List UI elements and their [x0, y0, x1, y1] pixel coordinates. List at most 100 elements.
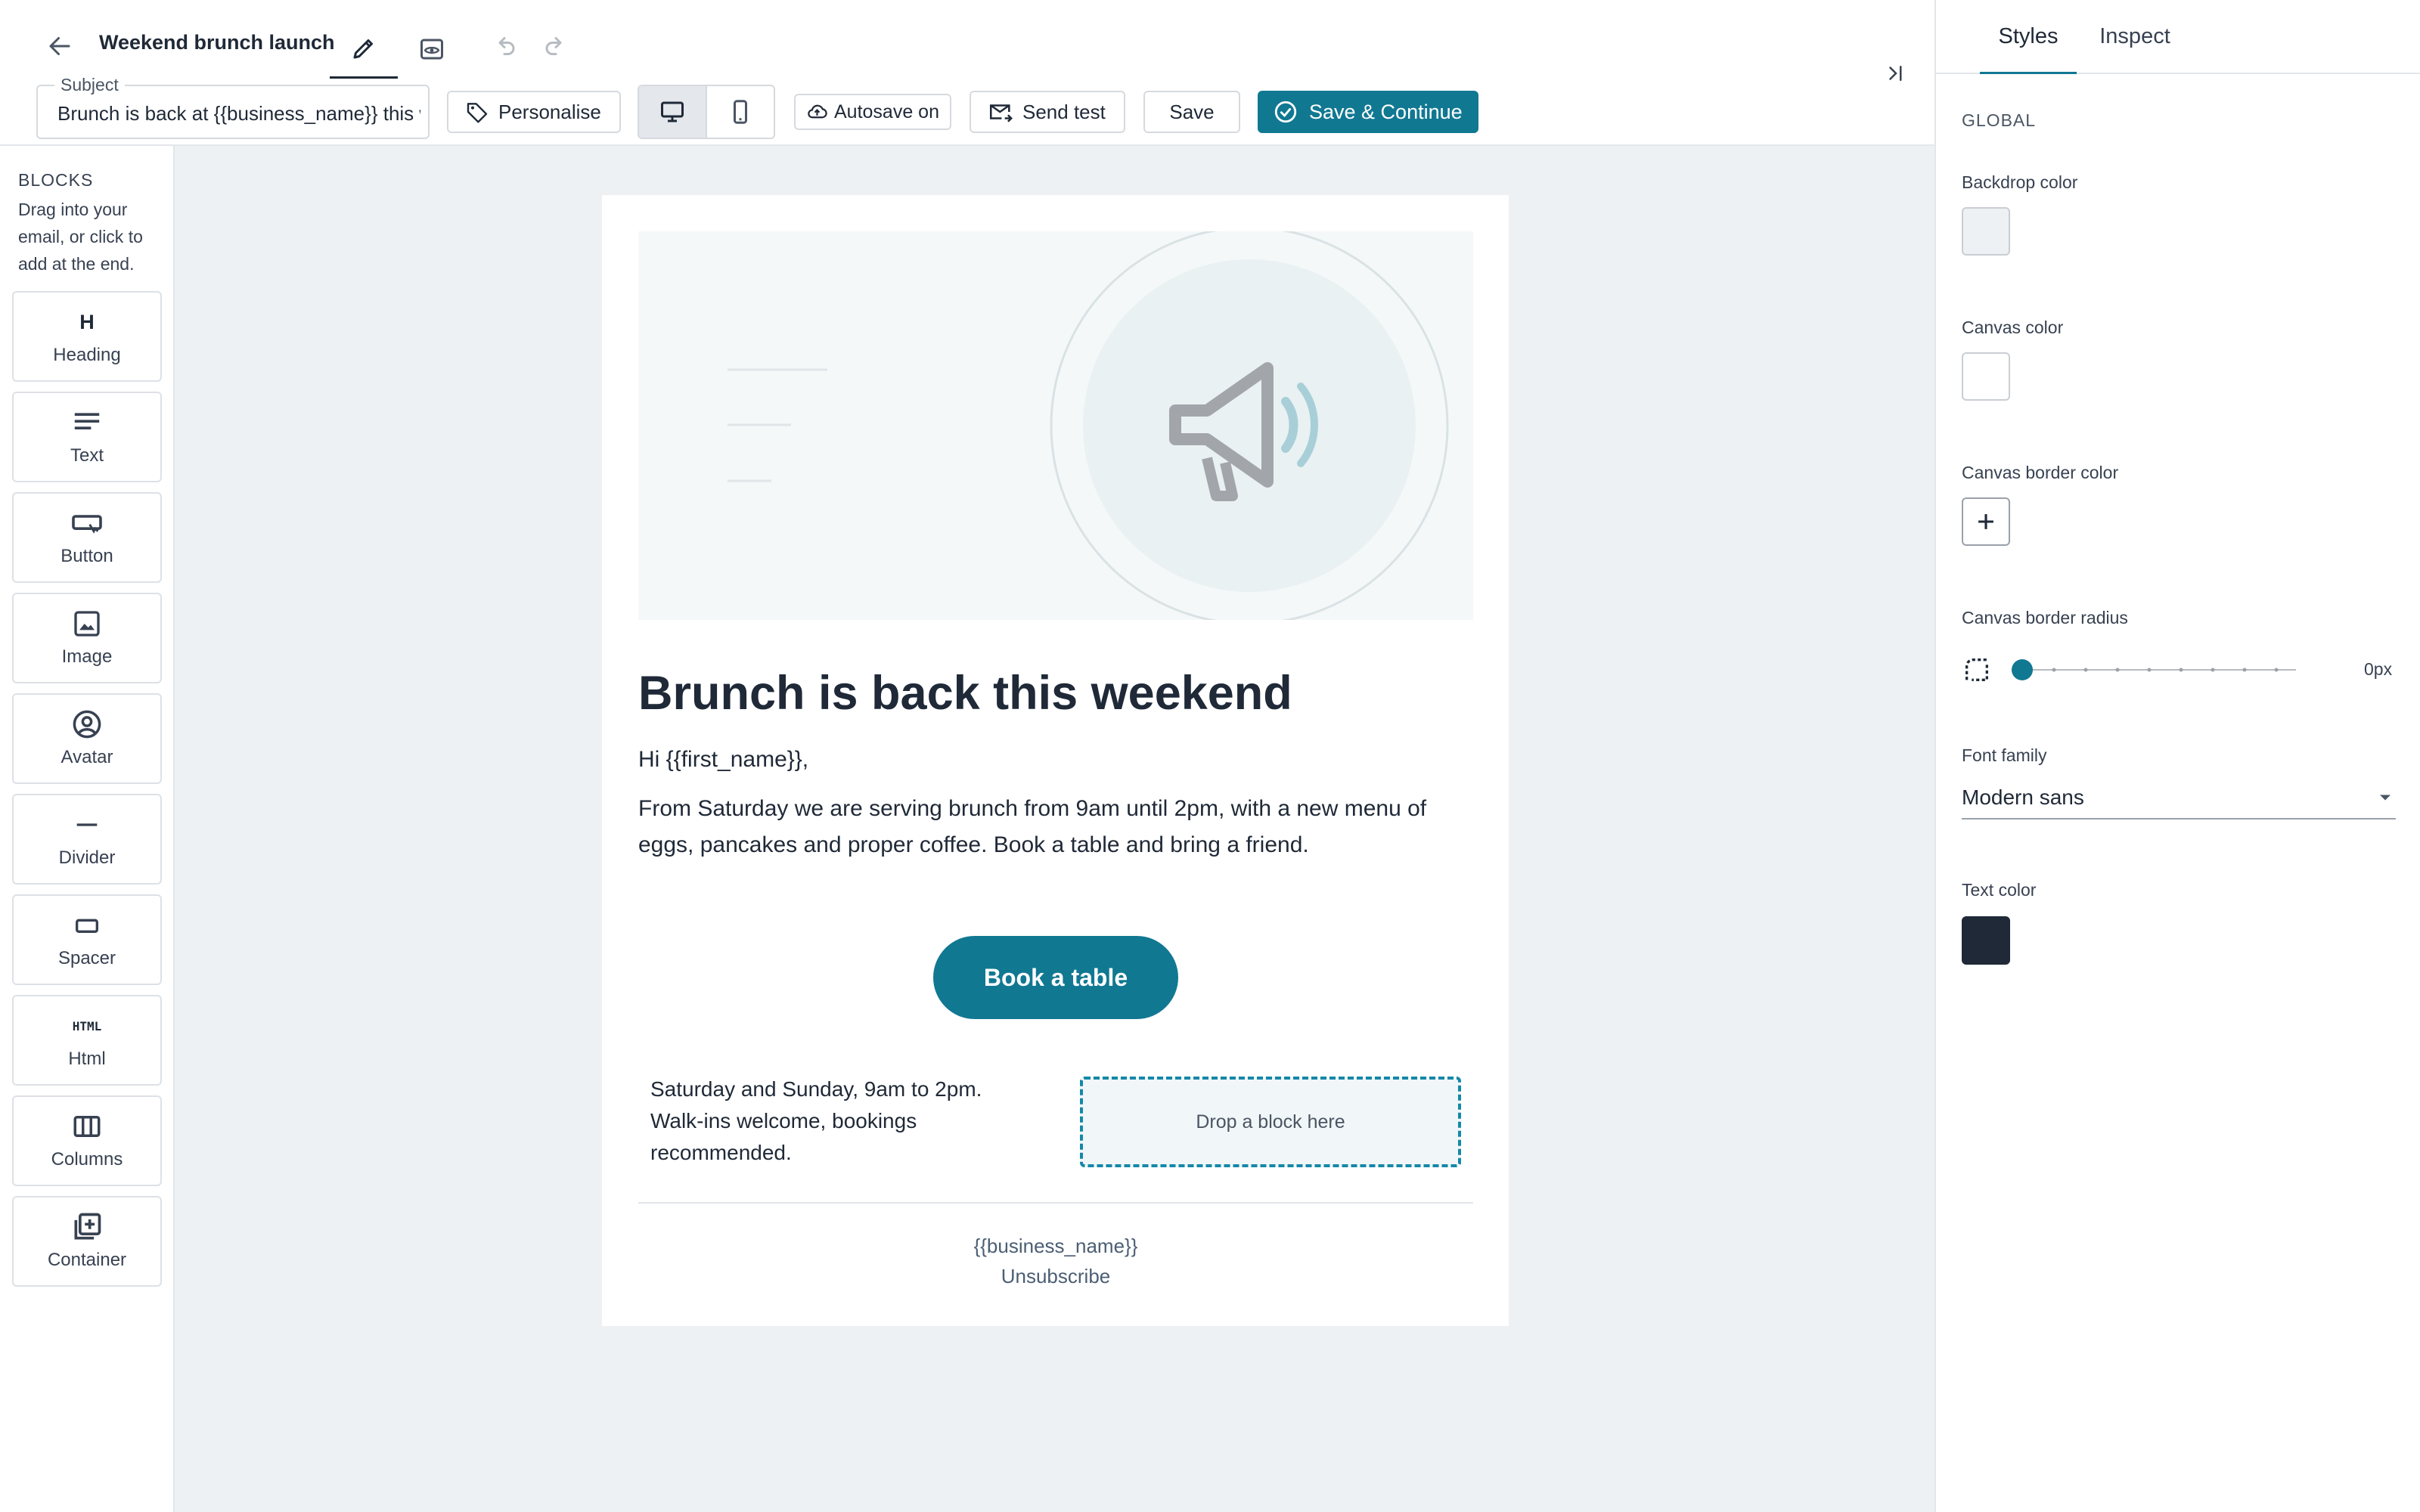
- cloud-upload-icon: [808, 104, 827, 119]
- mail-send-icon: [989, 104, 1013, 122]
- blocks-panel: BLOCKS Drag into your email, or click to…: [0, 146, 175, 1512]
- tag-icon: [467, 103, 488, 123]
- personalise-label: Personalise: [498, 100, 601, 123]
- drop-zone[interactable]: Drop a block here: [1080, 1077, 1461, 1167]
- personalise-button[interactable]: Personalise: [447, 91, 621, 133]
- save-label: Save: [1169, 100, 1215, 123]
- opening-hours-text[interactable]: Saturday and Sunday, 9am to 2pm. Walk-in…: [650, 1074, 1028, 1169]
- send-test-button[interactable]: Send test: [970, 91, 1125, 133]
- button-icon: [72, 515, 102, 534]
- canvas-color-label: Canvas color: [1962, 318, 2064, 337]
- block-heading[interactable]: H Heading: [12, 291, 162, 382]
- image-icon: [74, 611, 100, 637]
- backdrop-color-label: Backdrop color: [1962, 172, 2078, 192]
- device-toggle: [638, 85, 775, 139]
- collapse-panel-button[interactable]: [1876, 53, 1916, 94]
- send-test-label: Send test: [1022, 100, 1106, 123]
- block-image[interactable]: Image: [12, 593, 162, 683]
- document-title: Weekend brunch launch: [99, 31, 335, 54]
- text-color-label: Text color: [1962, 880, 2037, 900]
- blocks-title: BLOCKS: [18, 170, 94, 190]
- html-icon: HTML: [72, 1018, 102, 1033]
- block-label: Button: [60, 546, 113, 566]
- autosave-status: Autosave on: [794, 94, 951, 130]
- block-avatar[interactable]: Avatar: [12, 693, 162, 784]
- save-continue-label: Save & Continue: [1309, 100, 1463, 123]
- email-body-text[interactable]: From Saturday we are serving brunch from…: [638, 791, 1473, 863]
- back-button[interactable]: [39, 26, 80, 67]
- undo-icon: [498, 37, 515, 55]
- redo-button[interactable]: [535, 26, 576, 67]
- block-label: Columns: [51, 1149, 123, 1170]
- canvas-color-swatch[interactable]: [1962, 352, 2010, 401]
- divider-icon: [76, 823, 98, 826]
- block-divider[interactable]: Divider: [12, 794, 162, 885]
- eye-icon: [420, 39, 443, 60]
- undo-button[interactable]: [484, 26, 525, 67]
- block-label: Image: [61, 646, 113, 667]
- block-html[interactable]: HTML Html: [12, 995, 162, 1086]
- cta-button[interactable]: Book a table: [933, 936, 1178, 1019]
- border-radius-slider[interactable]: [2012, 655, 2302, 685]
- block-spacer[interactable]: Spacer: [12, 894, 162, 985]
- top-toolbar: Weekend brunch launch Subject Personalis…: [0, 0, 1934, 146]
- email-greeting[interactable]: Hi {{first_name}},: [638, 744, 808, 776]
- subject-label: Subject: [54, 75, 125, 94]
- canvas-border-color-label: Canvas border color: [1962, 463, 2119, 482]
- megaphone-icon: [728, 231, 1449, 620]
- avatar-icon: [73, 710, 101, 739]
- backdrop-color-swatch[interactable]: [1962, 207, 2010, 256]
- block-container[interactable]: Container: [12, 1196, 162, 1287]
- columns-icon: [73, 1116, 101, 1137]
- block-label: Container: [47, 1250, 127, 1270]
- block-label: Spacer: [57, 948, 116, 968]
- blocks-hint: Drag into your email, or click to add at…: [18, 200, 143, 274]
- spacer-icon: [76, 919, 98, 933]
- text-lines-icon: [74, 413, 100, 429]
- font-family-label: Font family: [1962, 745, 2047, 765]
- collapse-panel-icon: [1889, 66, 1902, 81]
- preview-mode-tab[interactable]: [398, 20, 466, 79]
- container-icon: [74, 1213, 101, 1240]
- footer-business-name[interactable]: {{business_name}}: [638, 1232, 1473, 1259]
- unsubscribe-link[interactable]: Unsubscribe: [638, 1263, 1473, 1290]
- panel-tabs: Styles Inspect: [1936, 0, 2420, 74]
- hero-image[interactable]: [638, 231, 1473, 620]
- border-radius-value: 0px: [2364, 659, 2393, 679]
- block-label: Heading: [53, 345, 121, 365]
- mobile-view-button[interactable]: [707, 86, 774, 138]
- styles-panel: Styles Inspect GLOBAL Backdrop color Can…: [1934, 0, 2420, 1512]
- heading-icon: H: [79, 310, 95, 333]
- block-columns[interactable]: Columns: [12, 1095, 162, 1186]
- block-label: Divider: [58, 847, 116, 868]
- tab-styles[interactable]: Styles: [1980, 21, 2077, 74]
- block-label: Text: [70, 445, 104, 466]
- block-button[interactable]: Button: [12, 492, 162, 583]
- autosave-label: Autosave on: [834, 101, 939, 122]
- desktop-icon: [661, 101, 684, 122]
- block-label: Avatar: [60, 747, 113, 767]
- text-color-swatch[interactable]: [1962, 916, 2010, 965]
- font-family-value: Modern sans: [1962, 785, 2084, 809]
- check-circle-icon: [1274, 101, 1297, 123]
- redo-icon: [545, 37, 562, 55]
- save-continue-button[interactable]: Save & Continue: [1258, 91, 1478, 133]
- desktop-view-button[interactable]: [639, 86, 707, 138]
- email-heading[interactable]: Brunch is back this weekend: [638, 659, 1292, 727]
- footer-divider[interactable]: [638, 1202, 1473, 1204]
- font-family-select[interactable]: Modern sans: [1962, 777, 2396, 820]
- chevron-down-icon: [2380, 795, 2391, 801]
- canvas-border-radius-label: Canvas border radius: [1962, 608, 2128, 627]
- border-radius-icon: [1965, 658, 1988, 681]
- subject-input[interactable]: [57, 98, 420, 129]
- global-section-title: GLOBAL: [1962, 110, 2037, 130]
- tab-inspect[interactable]: Inspect: [2078, 21, 2192, 51]
- canvas-border-color-swatch[interactable]: [1962, 497, 2010, 546]
- edit-mode-tab[interactable]: [330, 20, 398, 79]
- pencil-icon: [353, 39, 373, 58]
- block-text[interactable]: Text: [12, 392, 162, 482]
- plus-icon: [1978, 514, 1993, 529]
- mobile-icon: [734, 100, 747, 124]
- subject-field[interactable]: Subject: [36, 75, 430, 139]
- save-button[interactable]: Save: [1143, 91, 1240, 133]
